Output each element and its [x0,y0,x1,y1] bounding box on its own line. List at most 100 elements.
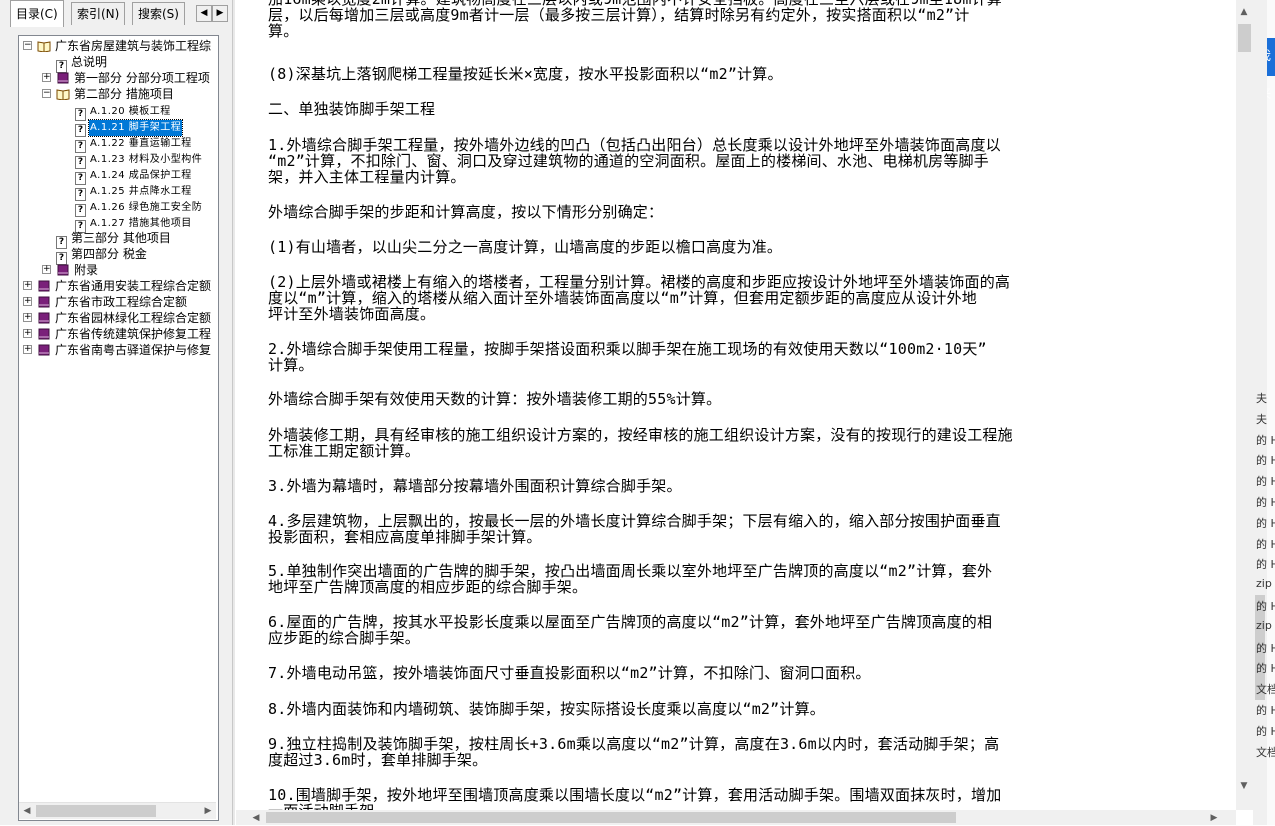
tree-node[interactable]: ? A.1.20 模板工程 [75,102,172,121]
pane-splitter[interactable] [233,0,235,825]
scroll-down-arrow-icon[interactable]: ▼ [1236,778,1252,794]
book-closed-icon [56,263,73,277]
expand-icon[interactable]: + [23,281,32,290]
expand-icon[interactable]: + [23,329,32,338]
book-closed-icon [37,295,54,309]
tree-node-label: 广东省南粤古驿道保护与修复 [55,343,212,357]
tab-contents[interactable]: 目录(C) [10,0,64,27]
tree-node-label: 广东省市政工程综合定额 [55,295,188,309]
tree-node[interactable]: + 广东省南粤古驿道保护与修复 [23,342,212,358]
tab-scroll-left-icon[interactable]: ◀ [196,5,212,22]
background-list-item: 的 H [1256,600,1275,613]
tab-index[interactable]: 索引(N) [71,2,126,25]
tree-node[interactable]: ? A.1.27 措施其他项目 [75,214,193,233]
content-paragraph: 外墙装修工期，具有经审核的施工组织设计方案的，按经审核的施工组织设计方案，没有的… [268,428,1198,460]
tree-node[interactable]: + 第一部分 分部分项工程项 [42,70,211,86]
tree-scroll-thumb[interactable] [36,805,156,817]
paragraph-line: 计算。 [268,356,314,374]
book-closed-icon [56,71,73,85]
content-paragraph: 5.单独制作突出墙面的广告牌的脚手架，按凸出墙面周长乘以室外地坪至广告牌顶的高度… [268,564,1198,596]
content-paragraph: 外墙综合脚手架有效使用天数的计算：按外墙装修工期的55%计算。 [268,392,1198,408]
background-window: 我来 夫夫的 H的 H的 H的 H的 H的 H的 Hzip的 Hzip的 H的 … [1253,0,1275,825]
paragraph-line: 2.外墙综合脚手架使用工程量，按脚手架搭设面积乘以脚手架在施工现场的有效使用天数… [268,340,987,358]
scroll-right-arrow-icon[interactable]: ▶ [200,803,216,819]
tree-node[interactable]: + 广东省园林绿化工程综合定额 [23,310,212,326]
content-paragraph: 7.外墙电动吊篮，按外墙装饰面尺寸垂直投影面积以“m2”计算，不扣除门、窗洞口面… [268,666,1198,682]
tree-node[interactable]: ? A.1.22 垂直运输工程 [75,134,193,153]
tree-node-label: 广东省房屋建筑与装饰工程综 [55,39,212,53]
expand-icon[interactable]: + [42,265,51,274]
navigation-tabs: 目录(C) 索引(N) 搜索(S) ◀ ▶ [0,0,232,27]
expand-icon[interactable]: + [23,345,32,354]
paragraph-line: 投影面积，套相应高度单排脚手架计算。 [268,528,542,546]
topic-content: 加16m乘以宽度2m计算。建筑物高度在三层以内或9m范围内不计安全挡板。高度在三… [236,0,1236,810]
tree-node-label: 第三部分 其他项目 [71,231,171,245]
expand-icon[interactable]: + [42,73,51,82]
content-paragraph: (1)有山墙者，以山尖二分之一高度计算，山墙高度的步距以檐口高度为准。 [268,240,1198,256]
paragraph-line: 外墙综合脚手架的步距和计算高度，按以下情形分别确定： [268,203,664,221]
navigation-pane: 目录(C) 索引(N) 搜索(S) ◀ ▶ − 广东省房屋建筑与装饰工程综? 总说明… [0,0,233,825]
paragraph-line: (8)深基坑上落钢爬梯工程量按延长米×宽度，按水平投影面积以“m2”计算。 [268,65,783,83]
background-list-item: 的 H [1256,724,1275,738]
content-horizontal-scrollbar[interactable]: ◀ ▶ [236,810,1236,825]
content-hscroll-thumb[interactable] [266,812,956,823]
tree-node[interactable]: ? A.1.24 成品保护工程 [75,166,193,185]
background-list-item: 文档 [1256,745,1275,759]
paragraph-line: 3.外墙为幕墙时，幕墙部分按幕墙外围面积计算综合脚手架。 [268,477,682,495]
content-vertical-scrollbar[interactable]: ▲ ▼ [1236,0,1253,810]
paragraph-line: 应步距的综合脚手架。 [268,629,421,647]
tree-node[interactable]: ? A.1.25 井点降水工程 [75,182,193,201]
tab-scroll-right-icon[interactable]: ▶ [212,5,228,22]
tree-horizontal-scrollbar[interactable]: ◀ ▶ [19,802,216,819]
background-list-item: 的 H [1256,516,1275,530]
content-vscroll-thumb[interactable] [1238,24,1251,52]
tree-node-label: 附录 [74,263,99,277]
scroll-up-arrow-icon[interactable]: ▲ [1236,4,1252,20]
tree-node-label: 第一部分 分部分项工程项 [74,71,210,85]
background-list-item: 的 H [1256,433,1275,447]
contents-tree[interactable]: − 广东省房屋建筑与装饰工程综? 总说明 + 第一部分 分部分项工程项 − 第二部分 措施项… [18,35,219,821]
background-list-item: 的 H [1256,641,1275,655]
paragraph-line: 8.外墙内面装饰和内墙砌筑、装饰脚手架，按实际搭设长度乘以高度以“m2”计算。 [268,700,825,718]
paragraph-line: 层，以后每增加三层或高度9m者计一层（最多按三层计算），结算时除另有约定外，按实… [268,6,970,24]
hscroll-left-arrow-icon[interactable]: ◀ [248,810,264,826]
tree-node[interactable]: ? A.1.21 脚手架工程 [75,118,184,137]
tree-node-label: 广东省园林绿化工程综合定额 [55,311,212,325]
paragraph-line: 算。 [268,22,299,40]
content-paragraph: (8)深基坑上落钢爬梯工程量按延长米×宽度，按水平投影面积以“m2”计算。 [268,67,1198,83]
paragraph-line: 架，并入主体工程量内计算。 [268,168,466,186]
tab-search[interactable]: 搜索(S) [132,2,185,25]
content-paragraph: 二、单独装饰脚手架工程 [268,102,1198,118]
paragraph-line: 外墙综合脚手架有效使用天数的计算：按外墙装修工期的55%计算。 [268,390,722,408]
tree-node[interactable]: + 广东省市政工程综合定额 [23,294,188,310]
content-paragraph: 8.外墙内面装饰和内墙砌筑、装饰脚手架，按实际搭设长度乘以高度以“m2”计算。 [268,702,1198,718]
tree-node[interactable]: ? 总说明 [56,54,108,73]
paragraph-line: 地坪至广告牌顶高度的相应步距的综合脚手架。 [268,578,588,596]
book-closed-icon [37,327,54,341]
paragraph-line: 坪计至外墙装饰面高度。 [268,305,436,323]
background-list-item: 的 H [1256,537,1275,551]
background-list-item: 的 H [1256,558,1275,572]
tree-node-label: 第二部分 措施项目 [74,87,174,101]
background-list-item: zip [1256,618,1272,632]
collapse-icon[interactable]: − [42,89,51,98]
expand-icon[interactable]: + [23,313,32,322]
tree-node[interactable]: ? 第三部分 其他项目 [56,230,172,249]
tree-node[interactable]: − 广东省房屋建筑与装饰工程综 [23,38,212,54]
collapse-icon[interactable]: − [23,41,32,50]
tree-node[interactable]: ? A.1.23 材料及小型构件 [75,150,203,169]
paragraph-line: (1)有山墙者，以山尖二分之一高度计算，山墙高度的步距以檐口高度为准。 [268,238,783,256]
tree-node[interactable]: − 第二部分 措施项目 [42,86,175,102]
content-paragraph: 10.围墙脚手架，按外地坪至围墙顶高度乘以围墙长度以“m2”计算，套用活动脚手架… [268,788,1198,811]
tree-node[interactable]: ? 第四部分 税金 [56,246,148,265]
scroll-left-arrow-icon[interactable]: ◀ [19,803,35,819]
tree-node[interactable]: + 附录 [42,262,99,278]
book-closed-icon [37,343,54,357]
hscroll-right-arrow-icon[interactable]: ▶ [1206,810,1222,826]
background-list-item: 的 H [1256,662,1275,676]
content-paragraph: 2.外墙综合脚手架使用工程量，按脚手架搭设面积乘以脚手架在施工现场的有效使用天数… [268,342,1198,374]
tree-node[interactable]: + 广东省通用安装工程综合定额 [23,278,212,294]
tree-node[interactable]: ? A.1.26 绿色施工安全防 [75,198,203,217]
tree-node[interactable]: + 广东省传统建筑保护修复工程 [23,326,212,342]
expand-icon[interactable]: + [23,297,32,306]
